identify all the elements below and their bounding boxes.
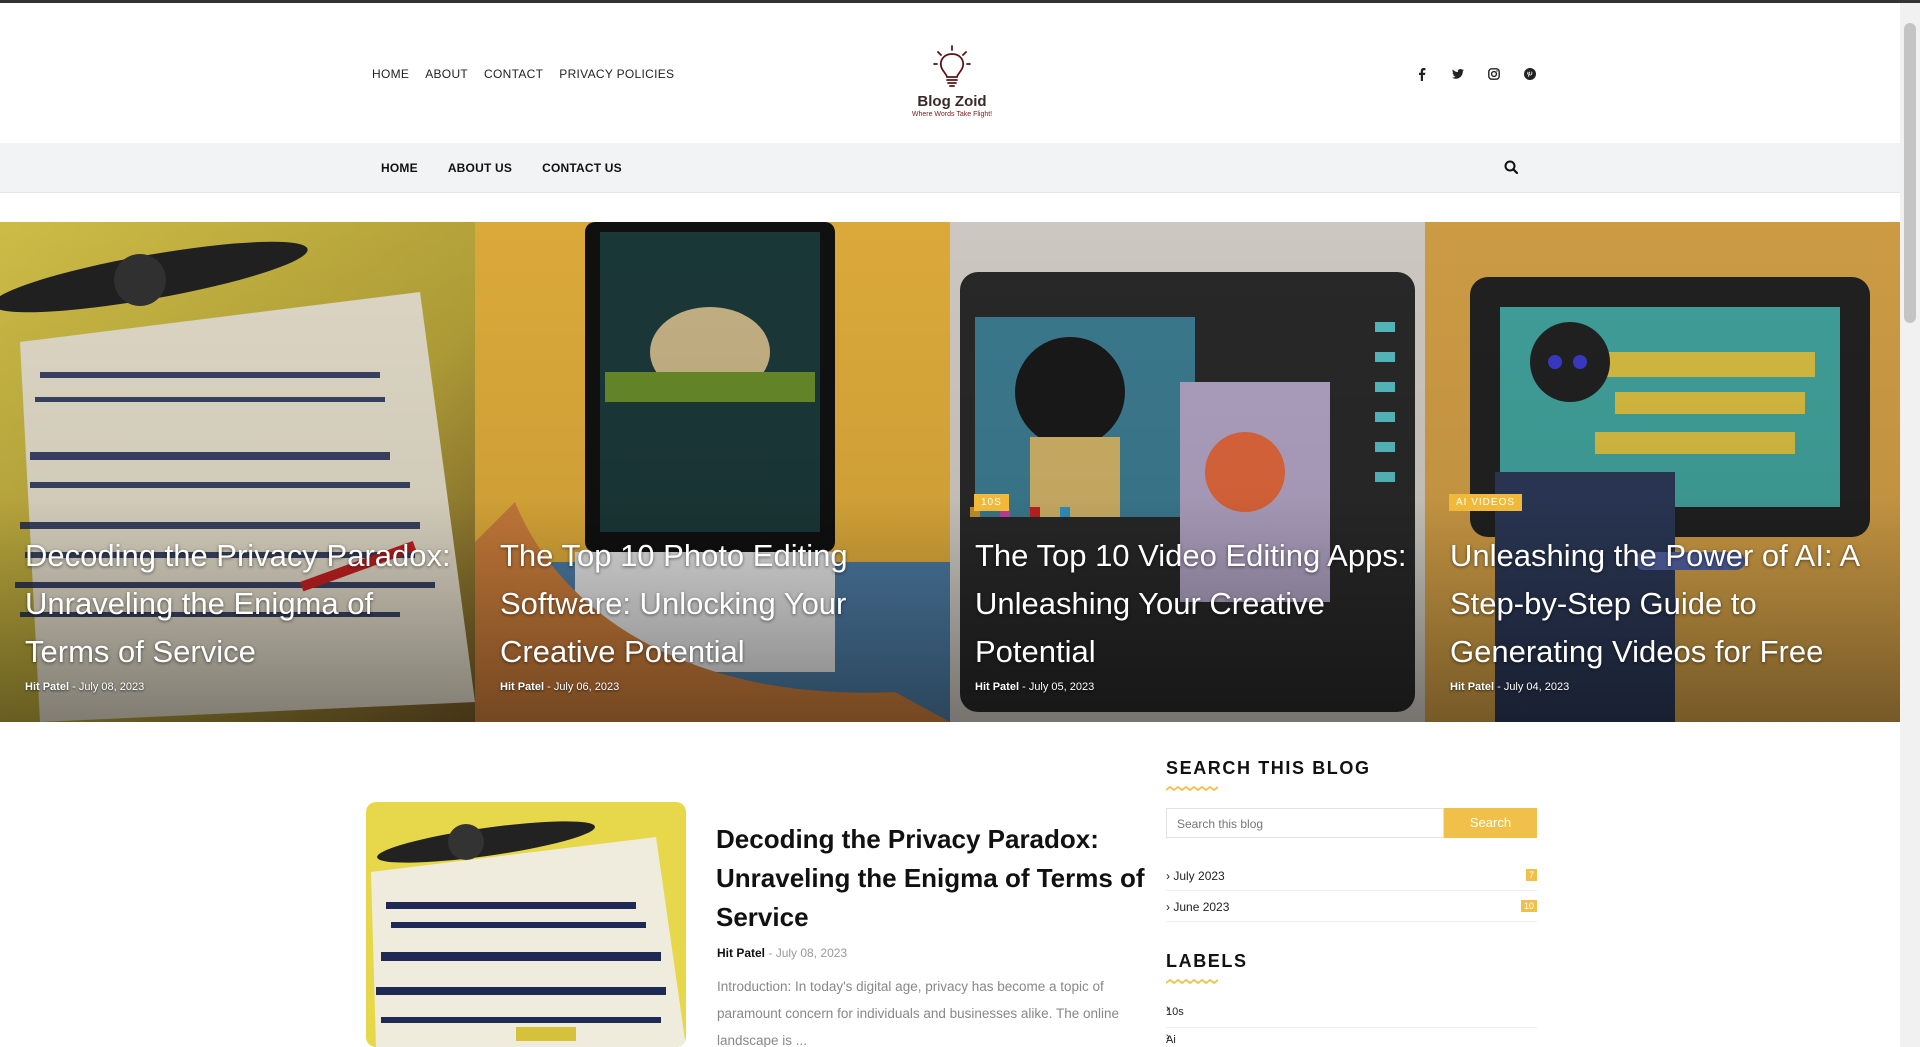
featured-post-4[interactable]: AI VIDEOS Unleashing the Power of AI: A … <box>1425 222 1900 722</box>
featured-author[interactable]: Hit Patel <box>500 681 544 693</box>
top-nav-privacy-policies[interactable]: PRIVACY POLICIES <box>559 67 674 81</box>
search-widget-title: SEARCH THIS BLOG <box>1166 758 1371 778</box>
main-nav-home[interactable]: HOME <box>381 161 418 175</box>
labels-widget-title: LABELS <box>1166 951 1248 971</box>
top-header: HOME ABOUT CONTACT PRIVACY POLICIES Blog… <box>0 3 1900 143</box>
featured-author[interactable]: Hit Patel <box>975 681 1019 693</box>
meta-separator: - <box>768 946 773 960</box>
featured-meta: Hit Patel - July 08, 2023 <box>25 681 144 693</box>
title-underline-squiggle <box>1166 786 1218 792</box>
scrollbar-thumb[interactable] <box>1904 23 1916 323</box>
pinterest-icon[interactable] <box>1524 67 1536 81</box>
main-nav-about-us[interactable]: ABOUT US <box>448 161 512 175</box>
title-underline-squiggle <box>1166 979 1218 985</box>
facebook-icon[interactable] <box>1416 67 1428 81</box>
featured-meta: Hit Patel - July 06, 2023 <box>500 681 619 693</box>
search-icon[interactable] <box>1504 160 1519 179</box>
featured-title[interactable]: The Top 10 Photo Editing Software: Unloc… <box>500 532 940 676</box>
site-logo[interactable]: Blog Zoid Where Words Take Flight! <box>900 45 1004 118</box>
featured-date: July 05, 2023 <box>1028 681 1095 693</box>
post-meta: Hit Patel - July 08, 2023 <box>717 946 847 960</box>
blog-search-button[interactable]: Search <box>1444 808 1537 838</box>
archive-count-badge: 7 <box>1525 869 1537 881</box>
blog-search-input[interactable]: Search this blog <box>1166 808 1444 838</box>
page-scrollbar[interactable] <box>1900 3 1920 1047</box>
featured-author[interactable]: Hit Patel <box>25 681 69 693</box>
featured-title[interactable]: Unleashing the Power of AI: A Step-by-St… <box>1450 532 1890 676</box>
featured-title[interactable]: The Top 10 Video Editing Apps: Unleashin… <box>975 532 1415 676</box>
archive-item-july-2023[interactable]: › July 2023 7 <box>1166 860 1537 891</box>
label-item-ai[interactable]: › Ai <box>1166 1028 1537 1047</box>
twitter-icon[interactable] <box>1452 67 1464 81</box>
top-nav-about[interactable]: ABOUT <box>425 67 468 81</box>
meta-separator: - <box>72 681 76 693</box>
archive-label: › July 2023 <box>1166 869 1225 883</box>
featured-post-2[interactable]: The Top 10 Photo Editing Software: Unloc… <box>475 222 950 722</box>
archive-count-badge: 10 <box>1520 900 1537 912</box>
featured-meta: Hit Patel - July 04, 2023 <box>1450 681 1569 693</box>
category-badge[interactable]: AI VIDEOS <box>1449 494 1523 511</box>
main-nav: HOME ABOUT US CONTACT US <box>0 143 1900 193</box>
featured-title[interactable]: Decoding the Privacy Paradox: Unraveling… <box>25 532 465 676</box>
meta-separator: - <box>1497 681 1501 693</box>
post-title[interactable]: Decoding the Privacy Paradox: Unraveling… <box>716 820 1156 937</box>
category-badge[interactable]: 10S <box>974 494 1009 511</box>
top-nav-home[interactable]: HOME <box>372 67 409 81</box>
top-nav-contact[interactable]: CONTACT <box>484 67 543 81</box>
main-nav-contact-us[interactable]: CONTACT US <box>542 161 622 175</box>
logo-tagline: Where Words Take Flight! <box>911 111 993 118</box>
logo-title: Blog Zoid <box>917 93 987 110</box>
featured-post-1[interactable]: Decoding the Privacy Paradox: Unraveling… <box>0 222 475 722</box>
featured-post-3[interactable]: 10S The Top 10 Video Editing Apps: Unlea… <box>950 222 1425 722</box>
featured-meta: Hit Patel - July 05, 2023 <box>975 681 1094 693</box>
post-author[interactable]: Hit Patel <box>717 946 765 960</box>
featured-date: July 06, 2023 <box>553 681 620 693</box>
featured-date: July 08, 2023 <box>78 681 145 693</box>
post-excerpt: Introduction: In today's digital age, pr… <box>717 979 1119 1047</box>
label-item-10s[interactable]: › 10s <box>1166 1000 1537 1028</box>
archive-item-june-2023[interactable]: › June 2023 10 <box>1166 891 1537 922</box>
archive-label: › June 2023 <box>1166 900 1230 914</box>
instagram-icon[interactable] <box>1488 67 1500 81</box>
meta-separator: - <box>1022 681 1026 693</box>
meta-separator: - <box>547 681 551 693</box>
social-links <box>1416 67 1536 81</box>
featured-author[interactable]: Hit Patel <box>1450 681 1494 693</box>
post-date: July 08, 2023 <box>775 946 848 960</box>
post-thumbnail-image <box>366 802 686 1047</box>
lightbulb-icon <box>933 45 971 87</box>
page: HOME ABOUT CONTACT PRIVACY POLICIES Blog… <box>0 0 1920 1047</box>
top-nav: HOME ABOUT CONTACT PRIVACY POLICIES <box>372 67 674 81</box>
featured-date: July 04, 2023 <box>1503 681 1570 693</box>
post-thumbnail[interactable] <box>366 802 686 1047</box>
featured-slider: Decoding the Privacy Paradox: Unraveling… <box>0 222 1900 722</box>
